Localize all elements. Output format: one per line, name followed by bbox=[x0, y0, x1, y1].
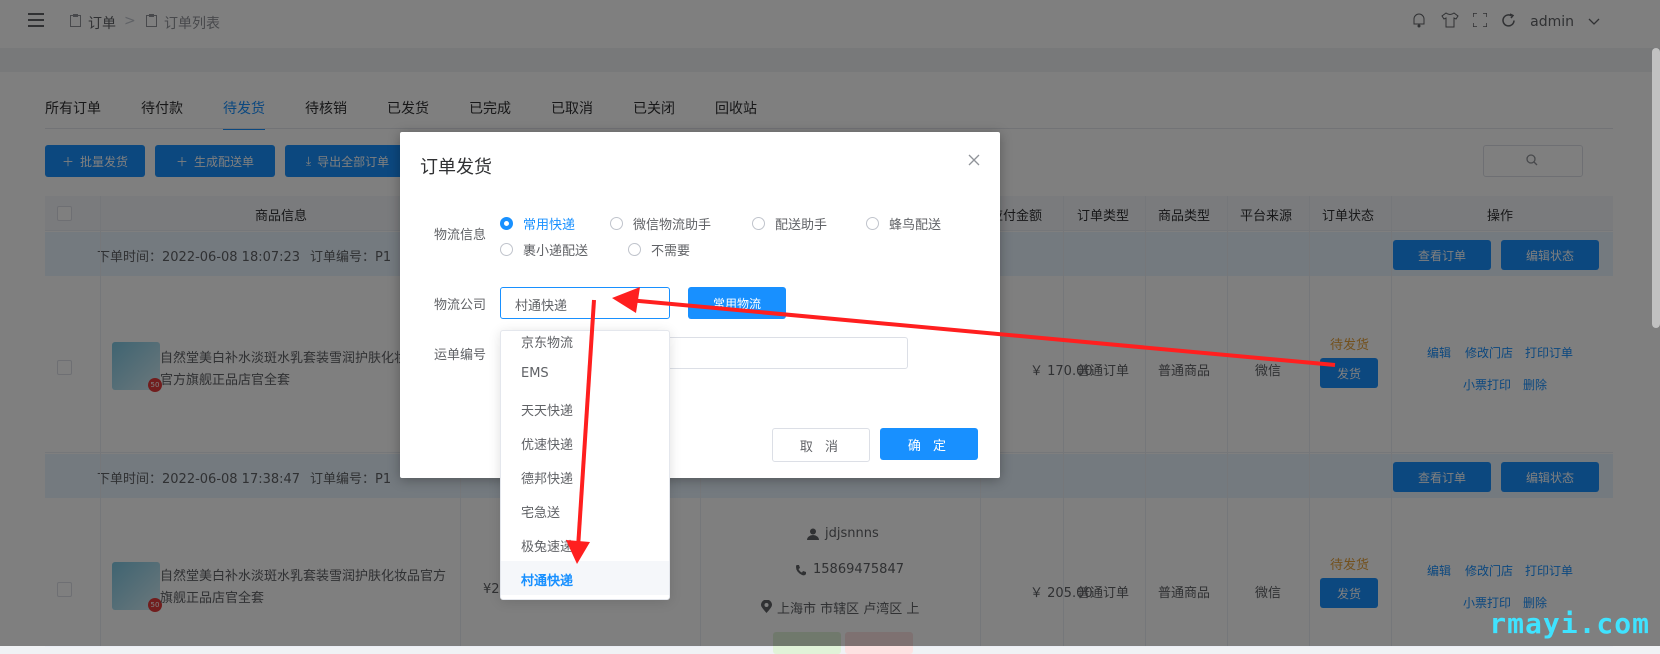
radio-dot bbox=[752, 217, 765, 230]
dropdown-option[interactable]: 宅急送 bbox=[501, 493, 669, 527]
radio-guoxiaodi-delivery[interactable]: 裹小递配送 bbox=[500, 240, 588, 259]
ship-order-dialog: 订单发货 物流信息 常用快递 微信物流助手 配送助手 蜂鸟配送 裹小递配送 不需… bbox=[400, 132, 1000, 478]
radio-fengniao-delivery[interactable]: 蜂鸟配送 bbox=[866, 214, 941, 233]
radio-common-express[interactable]: 常用快递 bbox=[500, 214, 575, 233]
dropdown-option[interactable]: 德邦快递 bbox=[501, 459, 669, 493]
dropdown-option[interactable]: 天天快递 bbox=[501, 391, 669, 425]
confirm-button[interactable]: 确 定 bbox=[880, 428, 978, 460]
logistics-info-label: 物流信息 bbox=[434, 228, 487, 243]
selected-company: 村通快递 bbox=[515, 299, 568, 314]
radio-delivery-assistant[interactable]: 配送助手 bbox=[752, 214, 827, 233]
radio-wechat-logistics[interactable]: 微信物流助手 bbox=[610, 214, 711, 233]
dialog-title: 订单发货 bbox=[420, 157, 492, 178]
logistics-company-dropdown: 京东物流 EMS 天天快递 优速快递 德邦快递 宅急送 极兔速递 村通快递 bbox=[500, 330, 670, 600]
watermark: rmayi.com bbox=[1489, 607, 1650, 640]
tracking-number-label: 运单编号 bbox=[434, 348, 487, 363]
page-scrollbar[interactable] bbox=[1652, 48, 1660, 328]
common-logistics-button[interactable]: 常用物流 bbox=[688, 287, 786, 319]
radio-dot bbox=[500, 217, 513, 230]
radio-dot bbox=[500, 243, 513, 256]
radio-dot bbox=[628, 243, 641, 256]
dropdown-option-selected[interactable]: 村通快递 bbox=[501, 561, 669, 595]
dropdown-option[interactable]: EMS bbox=[501, 357, 669, 391]
logistics-company-select[interactable]: 村通快递 bbox=[500, 287, 670, 319]
dropdown-option[interactable]: 优速快递 bbox=[501, 425, 669, 459]
radio-not-needed[interactable]: 不需要 bbox=[628, 240, 690, 259]
dropdown-option[interactable]: 京东物流 bbox=[501, 331, 669, 357]
radio-dot bbox=[866, 217, 879, 230]
radio-dot bbox=[610, 217, 623, 230]
company-label: 物流公司 bbox=[434, 298, 487, 313]
close-icon[interactable] bbox=[968, 150, 980, 171]
cancel-button[interactable]: 取 消 bbox=[772, 428, 870, 462]
dropdown-option[interactable]: 极兔速递 bbox=[501, 527, 669, 561]
